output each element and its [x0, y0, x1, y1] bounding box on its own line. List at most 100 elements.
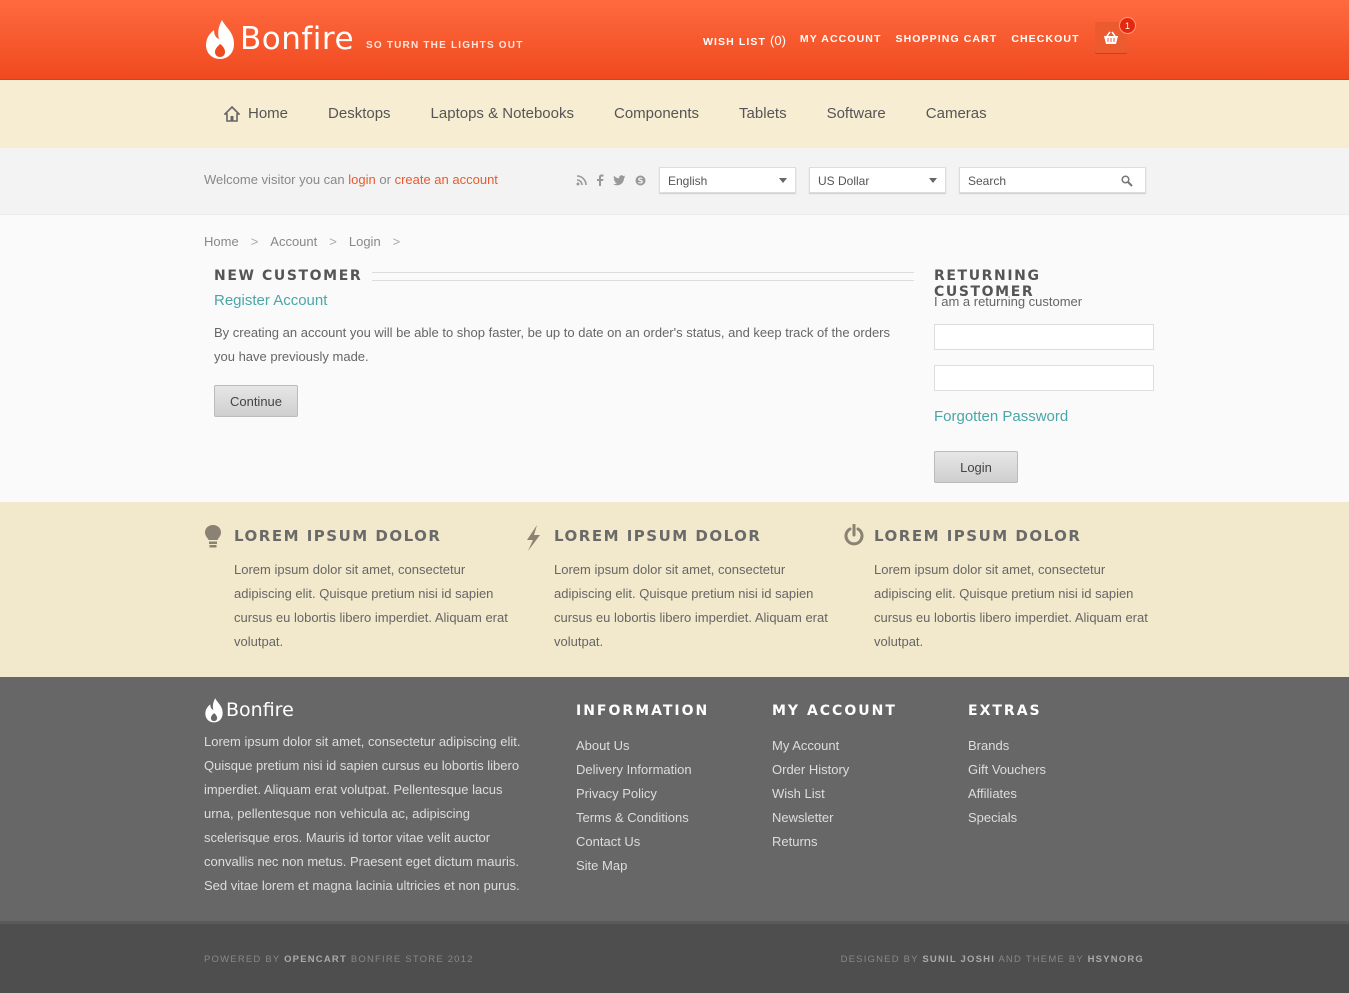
flame-icon: [206, 20, 234, 59]
cart-count-badge: 1: [1119, 17, 1136, 34]
welcome-message: Welcome visitor you can login or create …: [204, 172, 498, 187]
search-icon[interactable]: [1121, 175, 1133, 187]
heading-divider: [372, 271, 914, 281]
continue-button[interactable]: Continue: [214, 385, 298, 417]
breadcrumb-account[interactable]: Account: [270, 234, 317, 249]
search-input[interactable]: Search: [968, 174, 1006, 188]
facebook-icon[interactable]: [596, 174, 604, 186]
feature-item: LOREM IPSUM DOLOR Lorem ipsum dolor sit …: [204, 524, 508, 654]
footer-link[interactable]: Order History: [772, 758, 897, 782]
footer-link[interactable]: Site Map: [576, 854, 709, 878]
nav-item-components[interactable]: Components: [614, 105, 699, 122]
feature-item: LOREM IPSUM DOLOR Lorem ipsum dolor sit …: [524, 524, 828, 654]
theme-author-link[interactable]: HSYNORG: [1088, 954, 1144, 965]
register-description: By creating an account you will be able …: [214, 325, 891, 364]
designer-link[interactable]: SUNIL JOSHI: [922, 954, 995, 965]
footer-logo-text: Bonfire: [226, 699, 294, 721]
feature-text: Lorem ipsum dolor sit amet, consectetur …: [874, 562, 1148, 649]
footer-link[interactable]: Terms & Conditions: [576, 806, 709, 830]
password-field[interactable]: [934, 365, 1154, 391]
feature-title: LOREM IPSUM DOLOR: [554, 527, 762, 545]
opencart-link[interactable]: OPENCART: [284, 954, 347, 965]
lightning-icon: [527, 525, 540, 551]
footer-link[interactable]: About Us: [576, 734, 709, 758]
nav-item-home[interactable]: Home: [224, 105, 288, 122]
rss-icon[interactable]: [576, 174, 587, 186]
or-text: or: [379, 172, 391, 187]
basket-icon: [1104, 31, 1118, 44]
checkout-link[interactable]: CHECKOUT: [1011, 33, 1079, 48]
footer-link[interactable]: Affiliates: [968, 782, 1046, 806]
new-customer-heading: NEW CUSTOMER: [214, 268, 914, 284]
footer-about-text: Lorem ipsum dolor sit amet, consectetur …: [204, 734, 521, 893]
breadcrumb-home[interactable]: Home: [204, 234, 239, 249]
top-nav: WISH LIST (0) MY ACCOUNT SHOPPING CART C…: [703, 33, 1080, 48]
footer-column-title: EXTRAS: [968, 703, 1042, 719]
designed-prefix: DESIGNED BY: [840, 954, 919, 965]
returning-customer-subtext: I am a returning customer: [934, 294, 1083, 309]
footer-link[interactable]: Returns: [772, 830, 897, 854]
social-links: S: [576, 174, 646, 186]
main-nav: Home Desktops Laptops & Notebooks Compon…: [0, 80, 1349, 148]
footer-column-title: INFORMATION: [576, 703, 710, 719]
shopping-cart-link[interactable]: SHOPPING CART: [896, 33, 998, 48]
feature-title: LOREM IPSUM DOLOR: [874, 527, 1082, 545]
skype-icon[interactable]: S: [635, 175, 646, 186]
flame-icon: [205, 698, 223, 723]
footer-link[interactable]: My Account: [772, 734, 897, 758]
designed-mid: AND THEME BY: [998, 954, 1084, 965]
currency-value: US Dollar: [818, 174, 870, 188]
chevron-down-icon: [929, 178, 937, 183]
login-button[interactable]: Login: [934, 451, 1018, 483]
home-icon: [224, 105, 240, 122]
breadcrumb-separator: >: [250, 234, 259, 249]
register-account-heading: Register Account: [214, 292, 328, 309]
search-box[interactable]: Search: [959, 167, 1146, 193]
currency-select[interactable]: US Dollar: [809, 167, 946, 193]
my-account-link[interactable]: MY ACCOUNT: [800, 33, 882, 48]
email-field[interactable]: [934, 324, 1154, 350]
footer-link[interactable]: Newsletter: [772, 806, 897, 830]
login-link[interactable]: login: [348, 172, 375, 187]
feature-text: Lorem ipsum dolor sit amet, consectetur …: [554, 562, 828, 649]
footer-column-my-account: MY ACCOUNT My Account Order History Wish…: [772, 703, 897, 854]
powered-suffix: BONFIRE STORE 2012: [350, 954, 474, 965]
footer-column-title: MY ACCOUNT: [772, 703, 897, 719]
powered-by-credit: POWERED BY OPENCART BONFIRE STORE 2012: [204, 954, 474, 965]
svg-text:S: S: [638, 176, 644, 185]
features-strip: LOREM IPSUM DOLOR Lorem ipsum dolor sit …: [0, 502, 1349, 677]
footer-column-information: INFORMATION About Us Delivery Informatio…: [576, 703, 709, 878]
logo[interactable]: Bonfire: [204, 18, 354, 60]
page: Bonfire SO TURN THE LIGHTS OUT WISH LIST…: [0, 0, 1349, 993]
chevron-down-icon: [779, 178, 787, 183]
footer-link[interactable]: Wish List: [772, 782, 897, 806]
nav-item-cameras[interactable]: Cameras: [926, 105, 987, 122]
create-account-link[interactable]: create an account: [395, 172, 498, 187]
breadcrumb-separator: >: [329, 234, 337, 249]
bottom-bar: POWERED BY OPENCART BONFIRE STORE 2012 D…: [0, 921, 1349, 993]
feature-title: LOREM IPSUM DOLOR: [234, 527, 442, 545]
welcome-text: Welcome visitor you can: [204, 172, 345, 187]
language-select[interactable]: English: [659, 167, 796, 193]
footer-link[interactable]: Delivery Information: [576, 758, 709, 782]
footer-link[interactable]: Contact Us: [576, 830, 709, 854]
footer-logo[interactable]: Bonfire: [204, 697, 294, 723]
footer-link[interactable]: Brands: [968, 734, 1046, 758]
footer-link[interactable]: Gift Vouchers: [968, 758, 1046, 782]
forgotten-password-link[interactable]: Forgotten Password: [934, 408, 1068, 425]
nav-item-desktops[interactable]: Desktops: [328, 105, 391, 122]
header: Bonfire SO TURN THE LIGHTS OUT WISH LIST…: [0, 0, 1349, 80]
nav-item-software[interactable]: Software: [827, 105, 886, 122]
breadcrumb-login[interactable]: Login: [349, 234, 381, 249]
footer-link[interactable]: Specials: [968, 806, 1046, 830]
footer-link[interactable]: Privacy Policy: [576, 782, 709, 806]
wishlist-link[interactable]: WISH LIST (0): [703, 33, 786, 48]
twitter-icon[interactable]: [613, 174, 626, 186]
powered-prefix: POWERED BY: [204, 954, 281, 965]
utility-bar: Welcome visitor you can login or create …: [0, 148, 1349, 215]
nav-item-laptops[interactable]: Laptops & Notebooks: [431, 105, 574, 122]
logo-text: Bonfire: [240, 21, 355, 57]
nav-item-tablets[interactable]: Tablets: [739, 105, 787, 122]
feature-text: Lorem ipsum dolor sit amet, consectetur …: [234, 562, 508, 649]
footer: Bonfire Lorem ipsum dolor sit amet, cons…: [0, 677, 1349, 921]
